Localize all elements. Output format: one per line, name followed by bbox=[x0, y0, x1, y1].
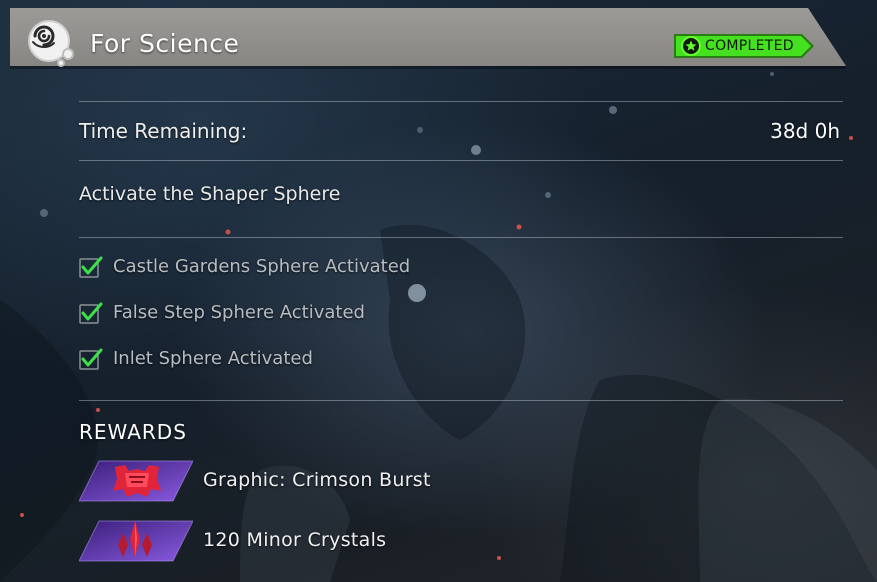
task-label: Castle Gardens Sphere Activated bbox=[113, 256, 411, 277]
emblem-dot-large bbox=[62, 48, 74, 60]
checkmark-icon bbox=[79, 348, 103, 370]
time-remaining-value: 38d 0h bbox=[770, 119, 840, 143]
quest-header: For Science COMPLETED bbox=[10, 8, 846, 70]
crystal-cluster-icon bbox=[118, 521, 152, 557]
emblem-dot-small bbox=[57, 59, 65, 67]
task-label: False Step Sphere Activated bbox=[113, 302, 365, 323]
time-remaining-label: Time Remaining: bbox=[79, 119, 248, 143]
reward-thumbnail bbox=[79, 519, 193, 563]
reward-thumbnail bbox=[79, 459, 193, 503]
checkmark-icon bbox=[79, 302, 103, 324]
reward-label: 120 Minor Crystals bbox=[203, 529, 387, 551]
objective-text: Activate the Shaper Sphere bbox=[79, 183, 341, 205]
reward-item[interactable]: 120 Minor Crystals bbox=[79, 519, 579, 563]
task-label: Inlet Sphere Activated bbox=[113, 348, 313, 369]
reward-label: Graphic: Crimson Burst bbox=[203, 469, 431, 491]
rewards-heading: REWARDS bbox=[79, 420, 187, 444]
reward-item[interactable]: Graphic: Crimson Burst bbox=[79, 459, 579, 503]
divider bbox=[79, 237, 843, 238]
divider bbox=[79, 160, 843, 161]
status-label: COMPLETED bbox=[705, 38, 794, 54]
star-badge-icon bbox=[681, 36, 701, 56]
crimson-burst-emblem-icon bbox=[113, 465, 161, 497]
divider bbox=[79, 400, 843, 401]
divider bbox=[79, 101, 843, 102]
quest-title: For Science bbox=[90, 29, 240, 58]
status-badge: COMPLETED bbox=[674, 34, 814, 58]
checkmark-icon bbox=[79, 256, 103, 278]
